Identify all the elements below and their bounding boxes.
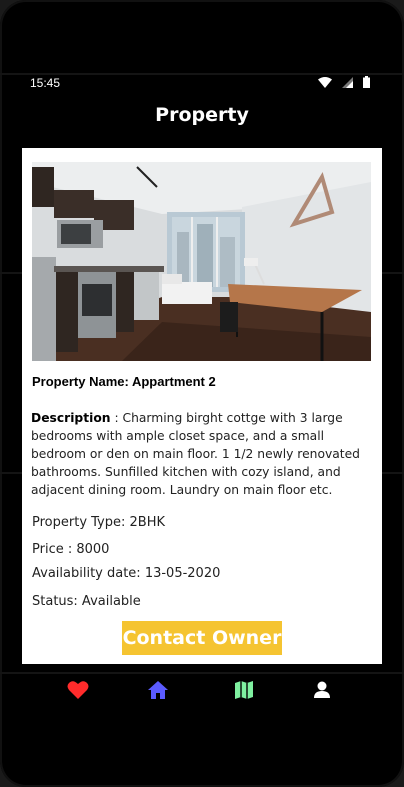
wifi-icon: [318, 76, 332, 88]
status-icons: [318, 76, 370, 88]
availability-date: Availability date: 13-05-2020: [32, 566, 221, 581]
property-type: Property Type: 2BHK: [32, 515, 166, 530]
property-price: Price : 8000: [32, 542, 110, 557]
apartment-interior-image: [32, 162, 371, 361]
status-time: 15:45: [30, 76, 61, 90]
signal-icon: [342, 76, 353, 88]
bottom-navigation: [0, 668, 404, 712]
person-icon: [314, 681, 330, 698]
property-name: Property Name: Appartment 2: [32, 374, 216, 389]
contact-owner-button[interactable]: Contact Owner: [122, 621, 282, 655]
description-label: Description: [31, 411, 111, 425]
map-icon: [235, 681, 253, 699]
property-card: Property Name: Appartment 2 Description …: [22, 148, 382, 664]
battery-icon: [363, 76, 370, 88]
page-title: Property: [155, 104, 249, 126]
status-bar: 15:45: [0, 68, 404, 96]
nav-map[interactable]: [232, 678, 256, 702]
nav-profile[interactable]: [310, 678, 334, 702]
home-icon: [148, 681, 168, 699]
phone-frame: 15:45 Property Property Name: Appartment…: [0, 0, 404, 787]
property-photo: [32, 162, 371, 361]
nav-favorites[interactable]: [66, 678, 90, 702]
property-status: Status: Available: [32, 594, 141, 609]
nav-home[interactable]: [146, 678, 170, 702]
property-description: Description : Charming birght cottge wit…: [31, 409, 371, 499]
heart-icon: [67, 681, 89, 699]
